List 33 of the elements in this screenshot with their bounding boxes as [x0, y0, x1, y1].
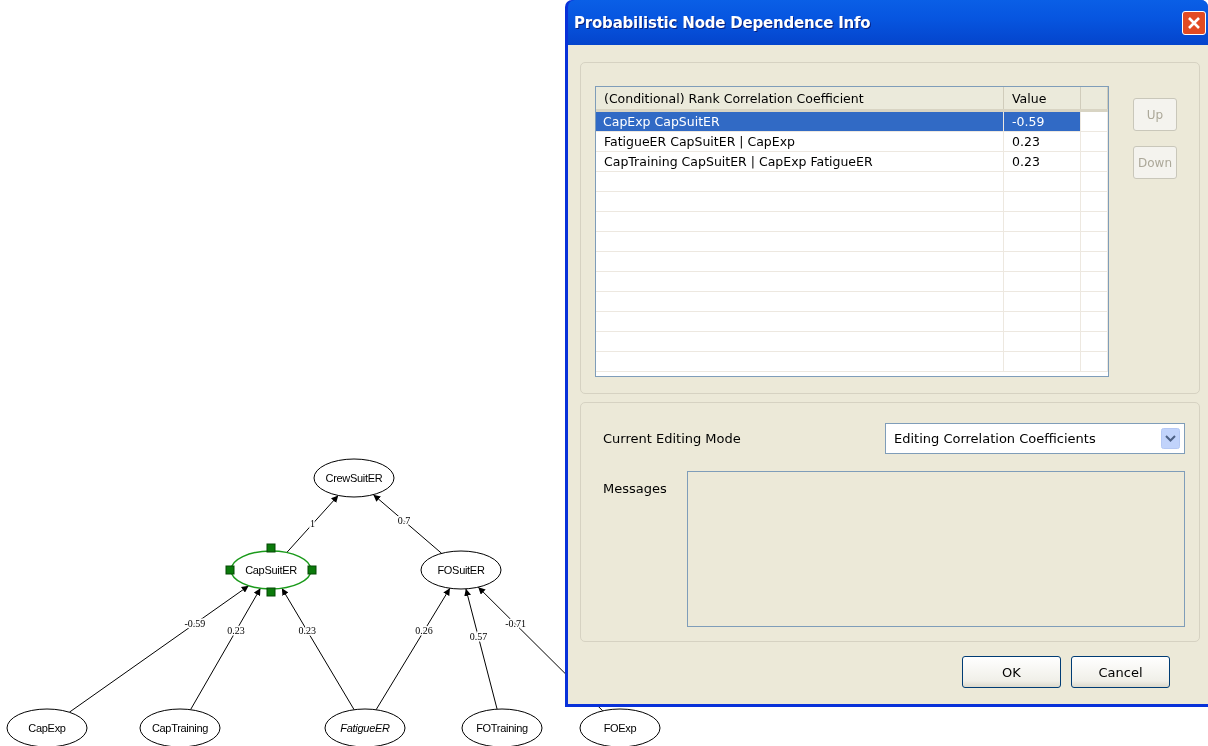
table-cell: FatigueER CapSuitER | CapExp — [596, 132, 1004, 151]
table-row[interactable]: CapExp CapSuitER -0.59 — [596, 112, 1108, 132]
edge-label: 0.23 — [298, 624, 316, 636]
table-cell: CapTraining CapSuitER | CapExp FatigueER — [596, 152, 1004, 171]
node[interactable]: FOExp — [579, 708, 661, 746]
edge-arrow — [286, 494, 339, 554]
table-cell: 0.23 — [1004, 152, 1081, 171]
node[interactable]: FatigueER — [324, 708, 406, 746]
field-label: Current Editing Mode — [603, 431, 741, 446]
node[interactable]: CrewSuitER — [313, 458, 395, 498]
edge-label: 0.23 — [227, 624, 245, 636]
editing-mode-dropdown[interactable]: Editing Correlation Coefficients — [885, 423, 1185, 454]
node[interactable]: FOTraining — [461, 708, 543, 746]
table-row[interactable]: CapTraining CapSuitER | CapExp FatigueER 0.23 — [596, 152, 1108, 172]
close-icon — [1187, 15, 1201, 30]
table-row[interactable]: FatigueER CapSuitER | CapExp 0.23 — [596, 132, 1108, 152]
window-title: Probabilistic Node Dependence Info — [574, 13, 871, 32]
dialog-button[interactable]: OK — [962, 656, 1061, 688]
edge-label: 1 — [310, 518, 315, 529]
close-button[interactable] — [1182, 10, 1206, 35]
node[interactable]: CapTraining — [139, 708, 221, 746]
node[interactable]: CapExp — [6, 708, 88, 746]
field-label: Messages — [603, 480, 667, 496]
dialog-button[interactable]: Cancel — [1071, 656, 1170, 688]
table-cell: 0.23 — [1004, 132, 1081, 151]
node[interactable]: FOSuitER — [420, 550, 502, 590]
edge-label: 0.26 — [415, 624, 433, 636]
column-header[interactable]: Value — [1004, 87, 1081, 109]
table-cell: CapExp CapSuitER — [596, 112, 1004, 131]
table-cell: -0.59 — [1004, 112, 1081, 131]
column-header[interactable]: (Conditional) Rank Correlation Coefficient — [596, 87, 1004, 109]
edge-arrow — [372, 494, 443, 554]
edge-label: 0.57 — [469, 630, 488, 642]
